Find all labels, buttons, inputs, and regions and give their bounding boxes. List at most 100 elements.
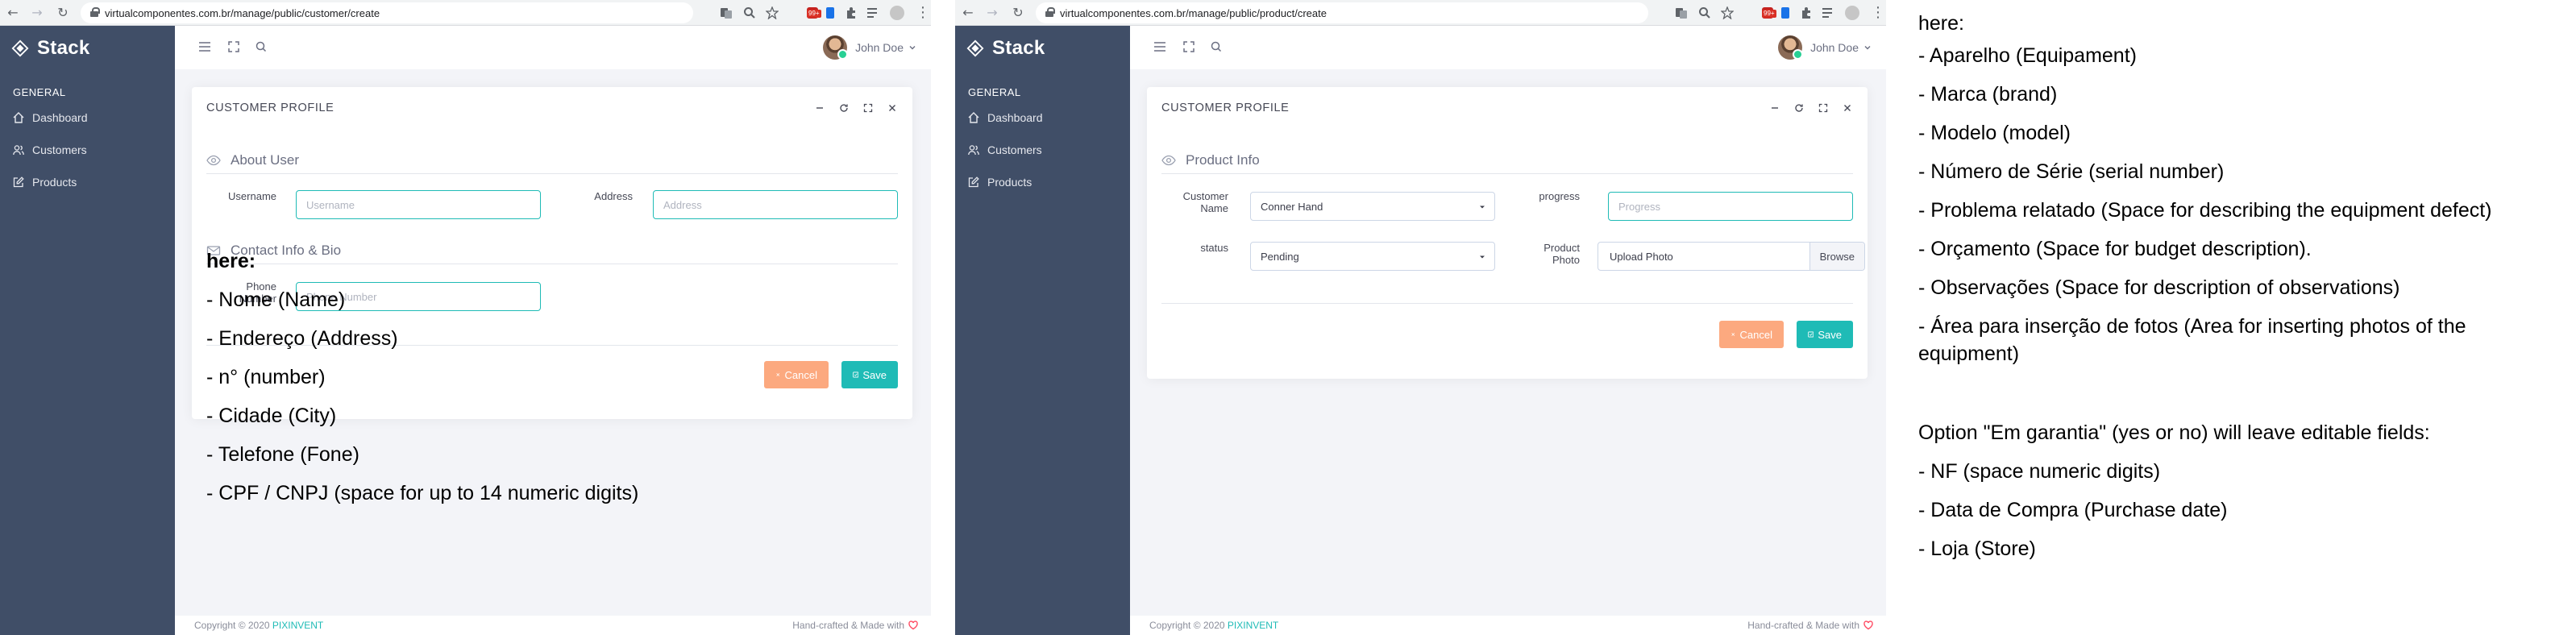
user-menu[interactable]: John Doe	[1778, 34, 1872, 61]
minimize-card-button[interactable]	[808, 100, 832, 116]
note-line: here:	[206, 250, 256, 272]
profile-avatar-icon[interactable]	[890, 6, 904, 20]
sidebar-item-label: Dashboard	[32, 111, 88, 124]
forward-arrow-icon[interactable]: →	[29, 5, 45, 21]
close-card-button[interactable]	[1835, 100, 1859, 116]
footer-brand-link[interactable]: PIXINVENT	[272, 620, 323, 631]
nav-heading: GENERAL	[968, 86, 1021, 98]
card-title: CUSTOMER PROFILE	[206, 102, 334, 114]
back-arrow-icon[interactable]: ←	[960, 5, 976, 21]
section-divider	[206, 173, 898, 174]
note-line: - Loja (Store)	[1918, 537, 2036, 560]
sidebar-item-customers[interactable]: Customers	[968, 142, 1042, 158]
sidebar-item-dashboard[interactable]: Dashboard	[13, 110, 88, 126]
back-arrow-icon[interactable]: ←	[5, 5, 21, 21]
close-card-button[interactable]	[880, 100, 904, 116]
stack-logo-icon	[11, 39, 29, 57]
sidebar-item-dashboard[interactable]: Dashboard	[968, 110, 1043, 126]
app-header: John Doe	[175, 26, 931, 69]
progress-label: progress	[1539, 190, 1580, 202]
note-line: - Cidade (City)	[206, 405, 337, 427]
user-menu[interactable]: John Doe	[823, 34, 916, 61]
browse-button[interactable]: Browse	[1809, 243, 1864, 270]
brand[interactable]: Stack	[966, 36, 1045, 60]
sidebar-item-products[interactable]: Products	[13, 174, 77, 190]
home-icon	[13, 112, 24, 123]
rotate-icon	[1795, 104, 1803, 112]
extension-badge: 99+	[807, 10, 821, 18]
expand-card-button[interactable]	[856, 100, 880, 116]
fullscreen-icon[interactable]	[226, 39, 241, 54]
zoom-icon[interactable]	[1698, 6, 1711, 19]
brand[interactable]: Stack	[11, 36, 90, 60]
reload-icon[interactable]: ↻	[1010, 5, 1026, 21]
address-bar[interactable]: virtualcomponentes.com.br/manage/public/…	[81, 2, 693, 23]
reload-card-button[interactable]	[832, 100, 856, 116]
footer-copyright-text: Copyright © 2020	[194, 620, 270, 631]
status-value: Pending	[1261, 250, 1299, 263]
profile-avatar-icon[interactable]	[1845, 6, 1859, 20]
progress-input[interactable]: Progress	[1608, 192, 1853, 221]
save-button[interactable]: Save	[841, 361, 898, 388]
sidebar-item-label: Dashboard	[987, 111, 1043, 124]
note-line: - n° (number)	[206, 366, 326, 388]
translate-icon[interactable]	[720, 6, 733, 19]
save-button[interactable]: Save	[1797, 321, 1853, 348]
menu-icon[interactable]	[1153, 39, 1167, 54]
address-input[interactable]: Address	[653, 190, 898, 219]
browser-menu-icon[interactable]: ⋮	[916, 4, 930, 22]
search-icon[interactable]	[1209, 39, 1224, 54]
chevron-down-icon	[1480, 205, 1485, 209]
fullscreen-icon[interactable]	[1182, 39, 1196, 54]
lock-icon	[1045, 7, 1055, 17]
status-select[interactable]: Pending	[1250, 242, 1495, 271]
brand-name: Stack	[37, 37, 90, 59]
cancel-button[interactable]: Cancel	[1719, 321, 1784, 348]
cancel-button[interactable]: Cancel	[764, 361, 829, 388]
stack-logo-icon	[966, 39, 984, 57]
address-bar[interactable]: virtualcomponentes.com.br/manage/public/…	[1036, 2, 1648, 23]
sidebar-item-customers[interactable]: Customers	[13, 142, 87, 158]
url-text: virtualcomponentes.com.br/manage/public/…	[105, 7, 380, 19]
section-title: About User	[231, 152, 300, 168]
star-icon[interactable]	[766, 6, 779, 19]
extension-blue-icon[interactable]	[1779, 6, 1792, 19]
product-info-card: CUSTOMER PROFILE Product Info Customer N…	[1147, 87, 1868, 379]
forward-arrow-icon[interactable]: →	[984, 5, 1000, 21]
reload-icon[interactable]: ↻	[55, 5, 71, 21]
card-tools	[1763, 100, 1859, 116]
star-icon[interactable]	[1721, 6, 1734, 19]
rotate-icon	[840, 104, 848, 112]
puzzle-icon[interactable]	[845, 6, 858, 19]
username-label: Username	[228, 190, 276, 202]
minus-icon	[1772, 107, 1778, 109]
card-tools	[808, 100, 904, 116]
menu-icon[interactable]	[197, 39, 212, 54]
translate-icon[interactable]	[1675, 6, 1688, 19]
section-product-info: Product Info	[1161, 150, 1260, 171]
expand-card-button[interactable]	[1811, 100, 1835, 116]
footer-credit-text: Hand-crafted & Made with	[792, 620, 904, 631]
customer-name-select[interactable]: Conner Hand	[1250, 192, 1495, 221]
avatar	[1778, 35, 1804, 60]
chevron-down-icon	[1864, 46, 1871, 50]
cancel-button-label: Cancel	[784, 368, 817, 381]
customer-name-value: Conner Hand	[1261, 200, 1323, 213]
note-line: - CPF / CNPJ (space for up to 14 numeric…	[206, 482, 639, 504]
product-photo-file-input[interactable]: Upload Photo Browse	[1598, 242, 1865, 271]
footer-brand-link[interactable]: PIXINVENT	[1228, 620, 1278, 631]
reading-list-icon[interactable]	[1821, 6, 1834, 19]
minus-icon	[816, 107, 823, 109]
extension-blue-icon[interactable]	[824, 6, 837, 19]
reload-card-button[interactable]	[1787, 100, 1811, 116]
username-input[interactable]: Username	[296, 190, 541, 219]
search-icon[interactable]	[254, 39, 268, 54]
browser-menu-icon[interactable]: ⋮	[1871, 4, 1885, 22]
sidebar-item-products[interactable]: Products	[968, 174, 1032, 190]
minimize-card-button[interactable]	[1763, 100, 1787, 116]
browser-toolbar: ← → ↻ virtualcomponentes.com.br/manage/p…	[0, 0, 931, 26]
puzzle-icon[interactable]	[1800, 6, 1813, 19]
reading-list-icon[interactable]	[866, 6, 879, 19]
note-line: equipment)	[1918, 342, 2020, 365]
zoom-icon[interactable]	[743, 6, 756, 19]
